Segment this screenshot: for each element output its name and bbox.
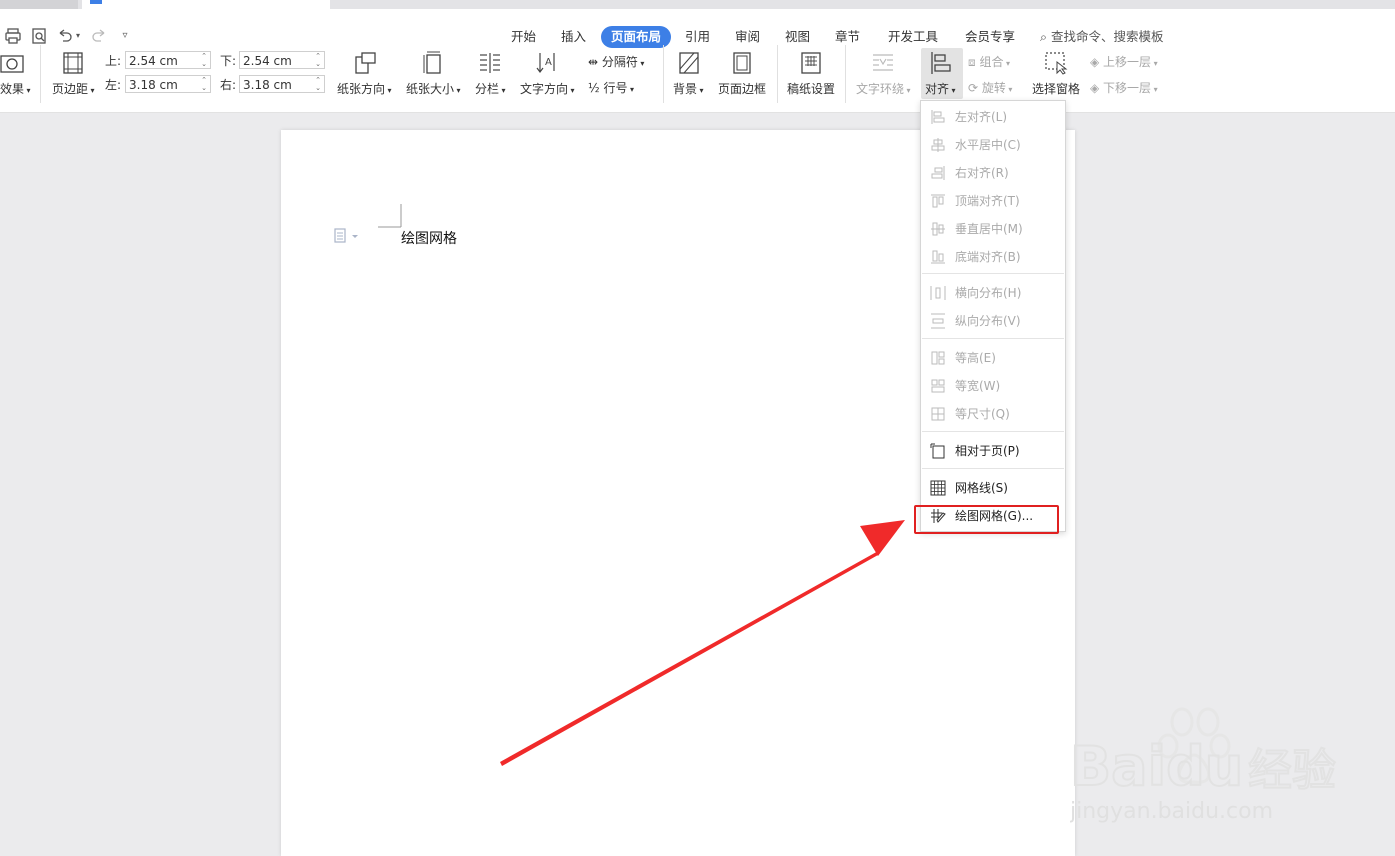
arrow-shaft [500, 550, 880, 766]
annotation-arrow [500, 520, 905, 766]
arrow-head [860, 520, 905, 556]
